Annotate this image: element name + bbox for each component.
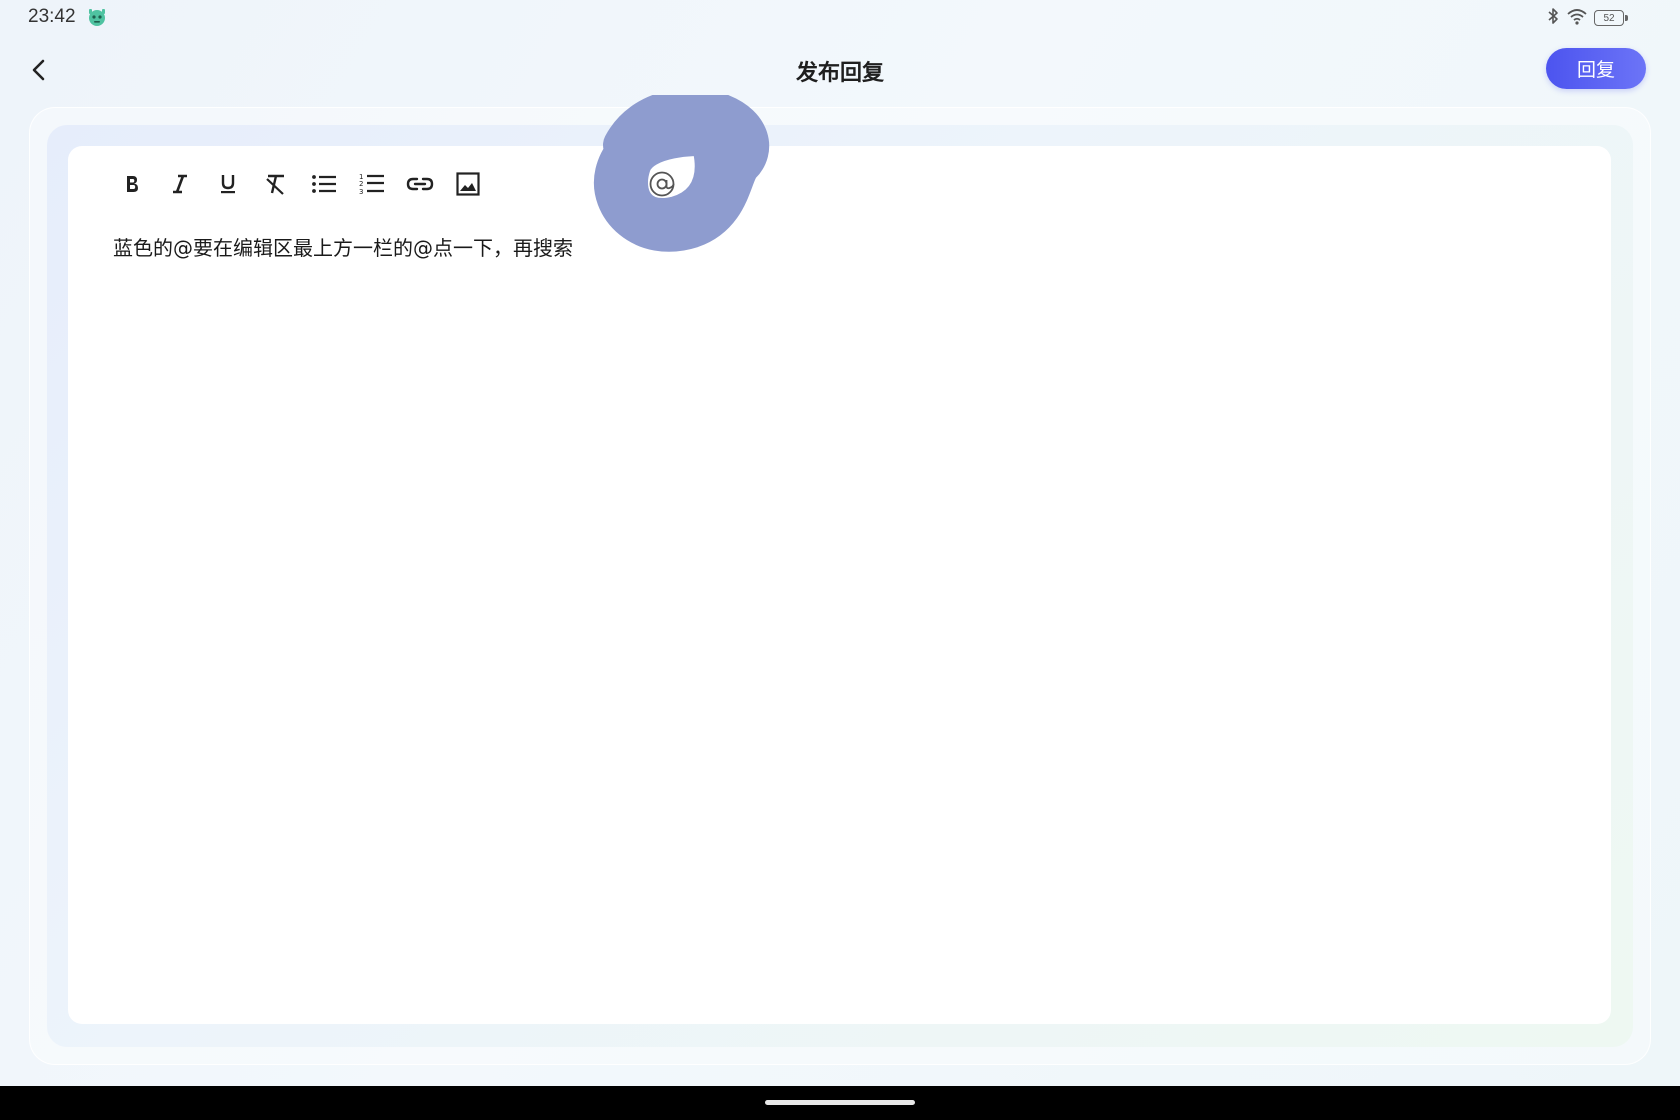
- editor-content[interactable]: 蓝色的@要在编辑区最上方一栏的@点一下，再搜索: [113, 232, 573, 261]
- page-title: 发布回复: [795, 61, 884, 86]
- battery-indicator: 52: [1594, 10, 1628, 26]
- underline-icon: [221, 175, 235, 194]
- svg-text:2: 2: [359, 180, 363, 188]
- editor-toolbar: 1 2 3: [108, 164, 492, 204]
- mention-button[interactable]: [638, 164, 686, 204]
- bullet-list-icon: [312, 175, 336, 193]
- numbered-list-button[interactable]: 1 2 3: [348, 164, 396, 204]
- link-button[interactable]: [396, 164, 444, 204]
- link-icon: [406, 177, 434, 191]
- battery-level: 52: [1603, 12, 1615, 24]
- clear-format-icon: [266, 174, 284, 195]
- italic-button[interactable]: [156, 164, 204, 204]
- svg-text:3: 3: [359, 188, 363, 196]
- bold-icon: [127, 176, 138, 192]
- image-icon: [456, 172, 480, 196]
- header: 发布回复 回复: [0, 40, 1680, 100]
- robot-icon: [86, 7, 108, 27]
- home-indicator[interactable]: [765, 1100, 915, 1105]
- rich-text-editor[interactable]: 1 2 3 蓝色的@要在编辑区最上方一栏的@点一下，再搜索: [68, 146, 1611, 1024]
- status-time: 23:42: [28, 6, 76, 27]
- at-icon: [649, 171, 675, 197]
- image-button[interactable]: [444, 164, 492, 204]
- status-bar: 23:42 52: [0, 0, 1680, 38]
- underline-button[interactable]: [204, 164, 252, 204]
- bold-button[interactable]: [108, 164, 156, 204]
- system-nav-bar: [0, 1086, 1680, 1120]
- bluetooth-icon: [1546, 7, 1560, 29]
- wifi-icon: [1566, 7, 1588, 29]
- reply-button[interactable]: 回复: [1546, 48, 1646, 89]
- clear-format-button[interactable]: [252, 164, 300, 204]
- italic-icon: [173, 174, 187, 194]
- numbered-list-icon: 1 2 3: [359, 173, 384, 196]
- bullet-list-button[interactable]: [300, 164, 348, 204]
